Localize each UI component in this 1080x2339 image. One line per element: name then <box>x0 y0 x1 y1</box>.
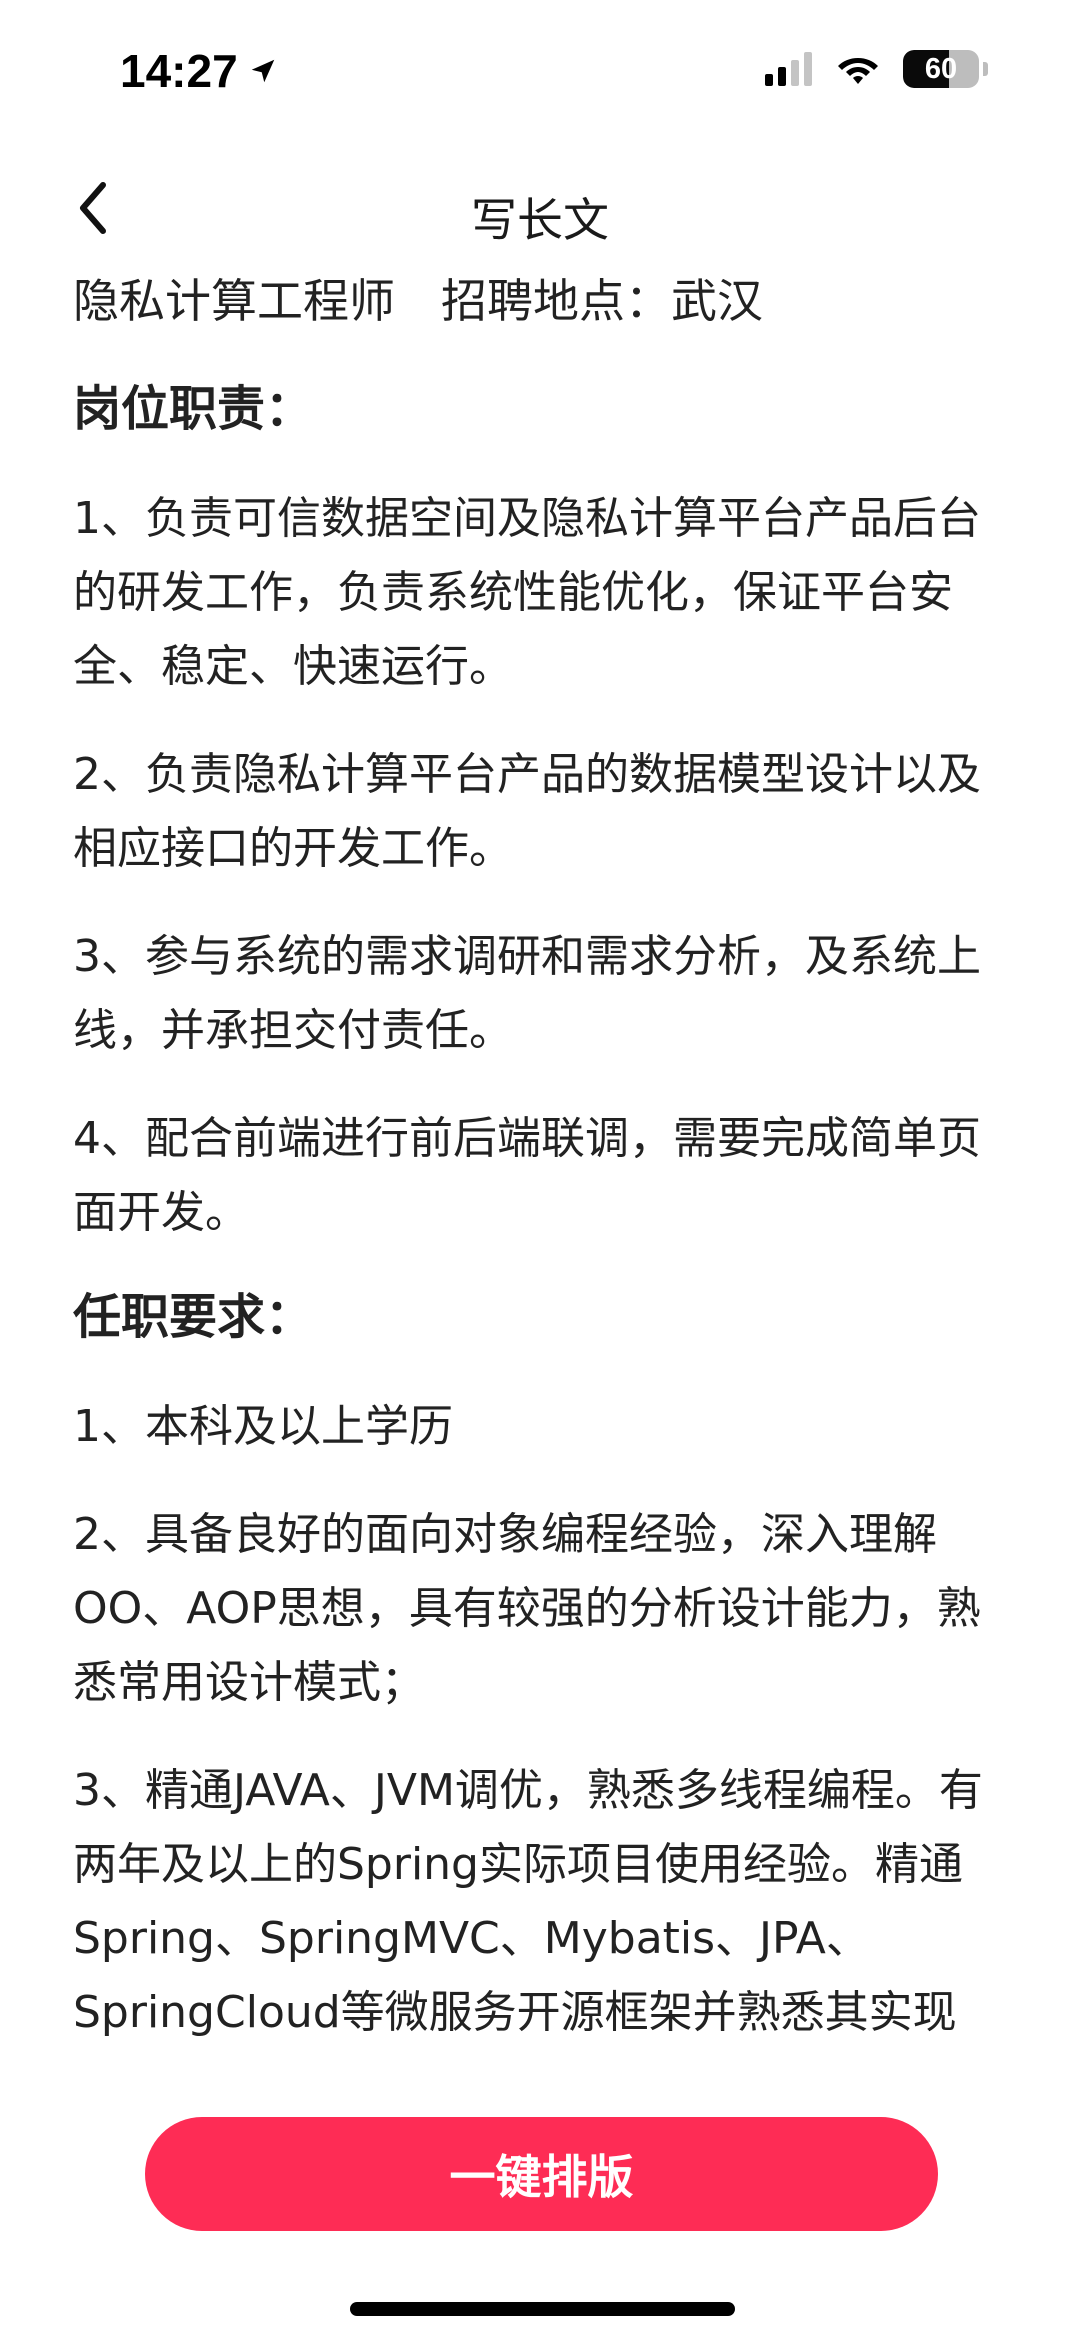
wifi-icon <box>835 52 881 86</box>
battery-level: 60 <box>924 52 958 85</box>
duty-item: 2、负责隐私计算平台产品的数据模型设计以及相应接口的开发工作。 <box>73 749 981 874</box>
job-header-line: 隐私计算工程师 招聘地点：武汉 <box>73 270 1023 332</box>
one-click-format-button[interactable]: 一键排版 <box>145 2117 938 2231</box>
section-heading-duties: 岗位职责： <box>73 381 314 437</box>
duty-item: 3、参与系统的需求调研和需求分析，及系统上线，并承担交付责任。 <box>73 931 981 1056</box>
job-location: 招聘地点：武汉 <box>441 274 763 328</box>
duty-item: 4、配合前端进行前后端联调，需要完成简单页面开发。 <box>73 1113 981 1238</box>
home-indicator[interactable] <box>350 2302 735 2316</box>
nav-bar: 写长文 <box>0 162 1080 258</box>
battery-icon: 60 <box>903 50 979 88</box>
duty-item: 1、负责可信数据空间及隐私计算平台产品后台的研发工作，负责系统性能优化，保证平台… <box>73 493 981 692</box>
status-time: 14:27 <box>120 45 238 97</box>
section-heading-requirements: 任职要求： <box>73 1289 314 1345</box>
cellular-signal-icon <box>765 52 813 86</box>
job-title: 隐私计算工程师 <box>73 274 395 328</box>
article-body[interactable]: 隐私计算工程师 招聘地点：武汉 岗位职责： 1、负责可信数据空间及隐私计算平台产品… <box>73 270 1023 2060</box>
status-bar: 14:27 60 <box>0 0 1080 140</box>
requirement-item: 1、本科及以上学历 <box>73 1401 453 1452</box>
requirement-item: 2、具备良好的面向对象编程经验，深入理解OO、AOP思想，具有较强的分析设计能力… <box>73 1509 981 1708</box>
location-arrow-icon <box>248 56 278 86</box>
requirement-item: 3、精通JAVA、JVM调优，熟悉多线程编程。有两年及以上的Spring实际项目… <box>73 1765 983 2038</box>
status-time-group: 14:27 <box>120 44 278 98</box>
status-indicators: 60 <box>765 50 988 88</box>
battery-cap <box>983 62 988 76</box>
page-title: 写长文 <box>471 193 609 247</box>
